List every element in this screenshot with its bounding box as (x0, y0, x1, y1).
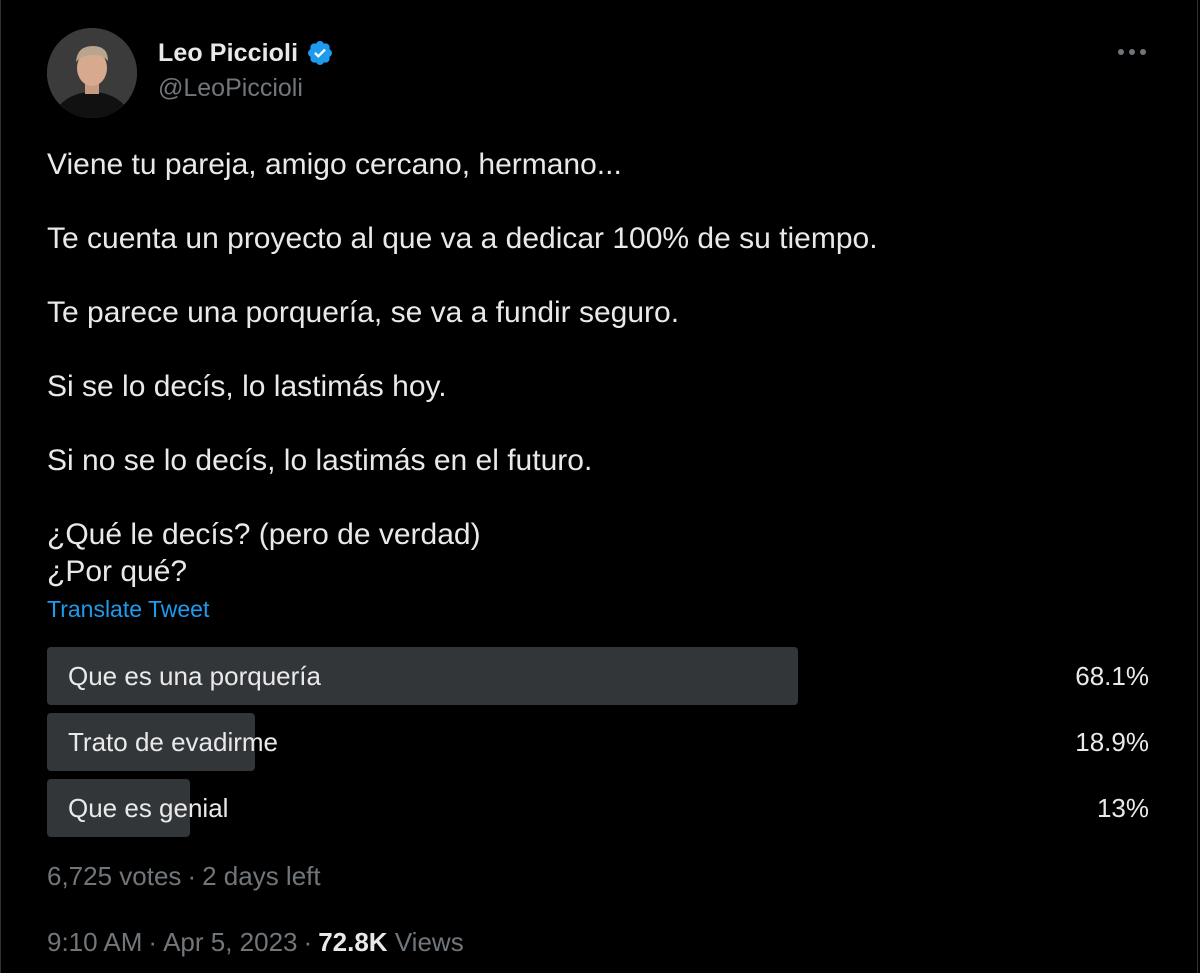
author-name-row: Leo Piccioli (158, 36, 334, 70)
tweet-footer: 9:10 AM · Apr 5, 2023 · 72.8K Views (47, 927, 464, 957)
author-handle[interactable]: @LeoPiccioli (158, 74, 303, 103)
poll-time-left: 2 days left (202, 861, 321, 891)
poll-option-label: Trato de evadirme (68, 727, 279, 757)
poll-option-label: Que es genial (68, 793, 229, 823)
views-count[interactable]: 72.8K (318, 927, 387, 957)
more-horizontal-icon[interactable] (1115, 38, 1149, 66)
tweet-paragraph: Viene tu pareja, amigo cercano, hermano.… (47, 148, 622, 181)
avatar[interactable] (47, 28, 137, 118)
author-display-name[interactable]: Leo Piccioli (158, 39, 298, 68)
poll-votes: 6,725 votes (47, 861, 182, 891)
poll-option-percent: 13% (1096, 793, 1149, 823)
tweet-paragraph: Si no se lo decís, lo lastimás en el fut… (47, 444, 593, 477)
tweet-time[interactable]: 9:10 AM (47, 927, 142, 957)
poll-option-percent: 68.1% (1075, 661, 1149, 691)
poll-option: Trato de evadirme 18.9% (47, 713, 1149, 771)
views-label[interactable]: Views (395, 927, 464, 957)
verified-badge-icon[interactable] (306, 39, 334, 67)
translate-tweet-link[interactable]: Translate Tweet (47, 596, 209, 623)
poll-option-label: Que es una porquería (68, 661, 321, 691)
tweet-date[interactable]: Apr 5, 2023 (163, 927, 297, 957)
tweet-paragraph: Te parece una porquería, se va a fundir … (47, 296, 680, 329)
poll-meta: 6,725 votes · 2 days left (47, 861, 321, 891)
tweet-text: Viene tu pareja, amigo cercano, hermano.… (47, 146, 1147, 590)
tweet-paragraph: ¿Por qué? (47, 555, 188, 588)
poll: Que es una porquería 68.1% Trato de evad… (47, 647, 1149, 845)
tweet-paragraph: Te cuenta un proyecto al que va a dedica… (47, 222, 878, 255)
tweet-paragraph: Si se lo decís, lo lastimás hoy. (47, 370, 447, 403)
tweet-paragraph: ¿Qué le decís? (pero de verdad) (47, 518, 481, 551)
poll-option: Que es genial 13% (47, 779, 1149, 837)
poll-option: Que es una porquería 68.1% (47, 647, 1149, 705)
poll-option-percent: 18.9% (1075, 727, 1149, 757)
